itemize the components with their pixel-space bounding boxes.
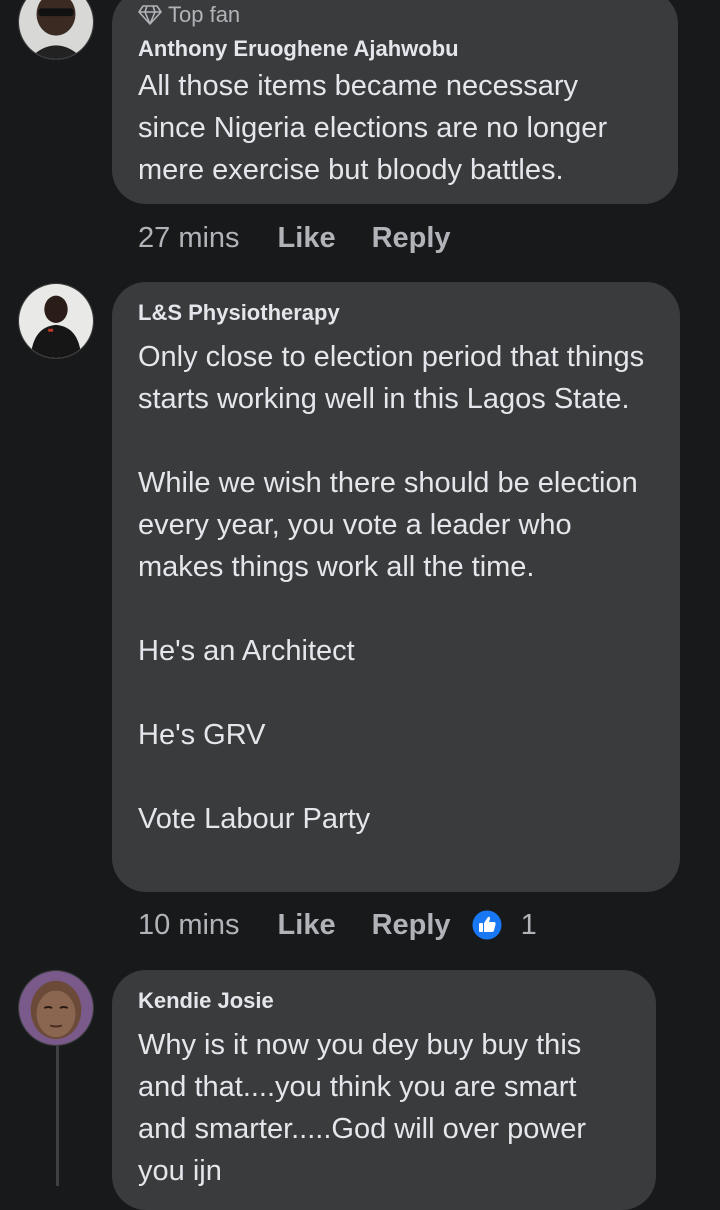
avatar[interactable]: [18, 283, 94, 359]
comment-bubble: L&S Physiotherapy Only close to election…: [112, 282, 680, 892]
comment-author[interactable]: L&S Physiotherapy: [138, 299, 654, 327]
reply-button[interactable]: Reply: [372, 909, 451, 942]
comment-text: All those items became necessary since N…: [138, 70, 616, 186]
like-reaction-icon: [471, 909, 503, 941]
comment-bubble: Top fan Anthony Eruoghene Ajahwobu All t…: [112, 0, 678, 204]
comment-actions: 10 mins Like Reply 1: [138, 905, 537, 945]
comment-timestamp[interactable]: 10 mins: [138, 909, 240, 942]
top-fan-badge: Top fan: [138, 2, 652, 28]
badge-label: Top fan: [168, 2, 241, 27]
reaction-summary[interactable]: 1: [471, 909, 537, 942]
comment-text: Why is it now you dey buy buy this and t…: [138, 1029, 595, 1187]
diamond-icon: [138, 5, 162, 25]
comment-timestamp[interactable]: 27 mins: [138, 222, 240, 255]
like-button[interactable]: Like: [278, 222, 336, 255]
thread-line: [56, 1046, 59, 1186]
reply-button[interactable]: Reply: [372, 222, 451, 255]
avatar[interactable]: [18, 0, 94, 60]
like-button[interactable]: Like: [278, 909, 336, 942]
comment-author[interactable]: Anthony Eruoghene Ajahwobu: [138, 35, 652, 63]
comment-text: Only close to election period that thing…: [138, 341, 645, 835]
reaction-count: 1: [520, 908, 537, 941]
avatar[interactable]: [18, 970, 94, 1046]
comment-author[interactable]: Kendie Josie: [138, 987, 630, 1015]
comment-actions: 27 mins Like Reply: [138, 218, 487, 258]
comment-bubble: Kendie Josie Why is it now you dey buy b…: [112, 970, 656, 1210]
